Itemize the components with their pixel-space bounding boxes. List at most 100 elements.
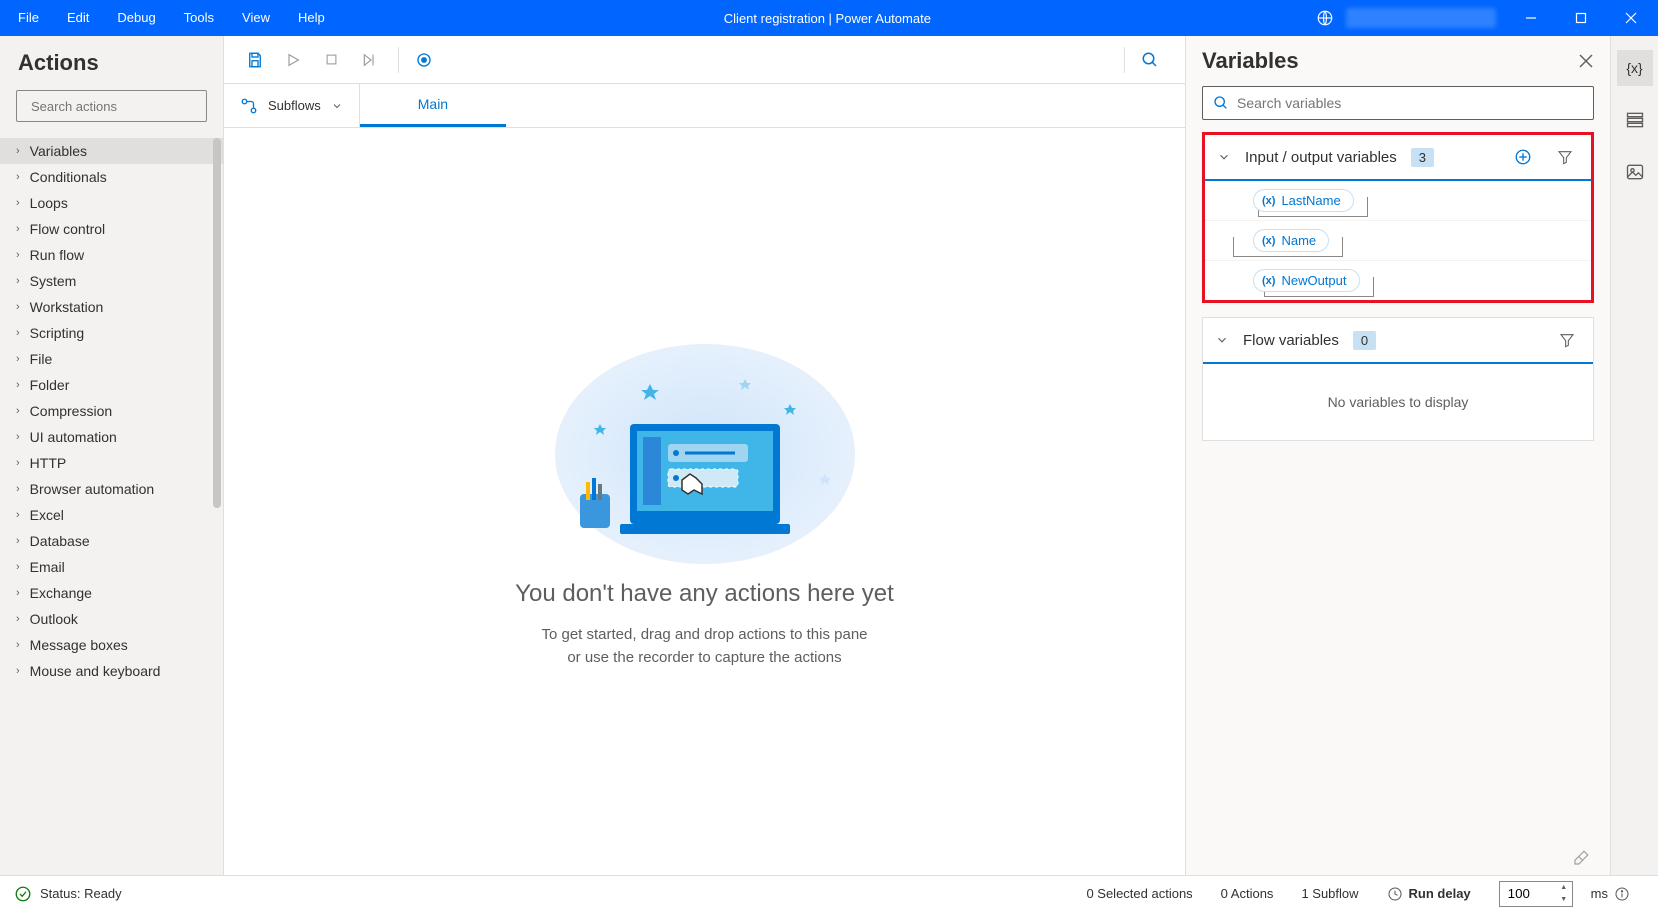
- action-category-label: Mouse and keyboard: [30, 663, 161, 679]
- variables-rail-button[interactable]: {x}: [1617, 50, 1653, 86]
- run-button[interactable]: [276, 43, 310, 77]
- variable-row[interactable]: (x)NewOutput: [1205, 261, 1591, 300]
- menu-file[interactable]: File: [4, 0, 53, 36]
- minimize-button[interactable]: [1508, 0, 1554, 36]
- variable-chip[interactable]: (x)Name: [1253, 229, 1329, 252]
- images-rail-button[interactable]: [1617, 154, 1653, 190]
- action-category-conditionals[interactable]: ›Conditionals: [0, 164, 223, 190]
- action-category-label: Compression: [30, 403, 112, 419]
- chevron-right-icon: ›: [16, 457, 20, 469]
- action-category-compression[interactable]: › Compression: [0, 398, 223, 424]
- chevron-right-icon: ›: [16, 587, 20, 599]
- action-category-label: Workstation: [30, 299, 104, 315]
- editor-empty-state[interactable]: You don't have any actions here yet To g…: [224, 128, 1185, 875]
- action-category-label: Folder: [30, 377, 70, 393]
- action-category-label: File: [30, 351, 53, 367]
- menu-edit[interactable]: Edit: [53, 0, 103, 36]
- filter-variables-button[interactable]: [1551, 143, 1579, 171]
- action-category-message-boxes[interactable]: ›Message boxes: [0, 632, 223, 658]
- chevron-right-icon: ›: [16, 223, 20, 235]
- search-icon: [1213, 95, 1229, 111]
- action-category-http[interactable]: ›HTTP: [0, 450, 223, 476]
- actions-search-input[interactable]: [31, 99, 207, 114]
- close-button[interactable]: [1608, 0, 1654, 36]
- subflows-icon: [240, 97, 258, 115]
- step-button[interactable]: [352, 43, 386, 77]
- action-category-email[interactable]: ›Email: [0, 554, 223, 580]
- right-rail: {x}: [1610, 36, 1658, 875]
- variable-name: LastName: [1281, 193, 1340, 208]
- empty-title: You don't have any actions here yet: [515, 580, 894, 608]
- menu-debug[interactable]: Debug: [103, 0, 169, 36]
- action-category-exchange[interactable]: ›Exchange: [0, 580, 223, 606]
- action-category-run-flow[interactable]: ›Run flow: [0, 242, 223, 268]
- action-category-folder[interactable]: ›Folder: [0, 372, 223, 398]
- record-button[interactable]: [407, 43, 441, 77]
- stop-button[interactable]: [314, 43, 348, 77]
- action-category-workstation[interactable]: ›Workstation: [0, 294, 223, 320]
- ui-elements-rail-button[interactable]: [1617, 102, 1653, 138]
- flow-variables-header[interactable]: Flow variables 0: [1203, 318, 1593, 364]
- variable-chip[interactable]: (x)NewOutput: [1253, 269, 1360, 292]
- action-category-mouse-and-keyboard[interactable]: › Mouse and keyboard: [0, 658, 223, 684]
- chevron-right-icon: ›: [16, 405, 20, 417]
- chevron-right-icon: ›: [16, 665, 20, 677]
- chevron-right-icon: ›: [16, 561, 20, 573]
- filter-variables-button[interactable]: [1553, 326, 1581, 354]
- add-variable-button[interactable]: [1509, 143, 1537, 171]
- chevron-right-icon: ›: [16, 275, 20, 287]
- selected-actions-count: 0 Selected actions: [1086, 886, 1192, 901]
- menu-view[interactable]: View: [228, 0, 284, 36]
- variables-close-button[interactable]: [1578, 53, 1594, 69]
- actions-scroll[interactable]: ›Variables›Conditionals›Loops › Flow contr…: [0, 138, 223, 875]
- actions-search[interactable]: [16, 90, 207, 122]
- variable-icon: (x): [1262, 195, 1275, 207]
- tab-main[interactable]: Main: [360, 84, 506, 127]
- titlebar: File Edit Debug Tools View Help Client r…: [0, 0, 1658, 36]
- main-area: Actions ›Variables›Conditionals›Loops›Fl…: [0, 36, 1658, 875]
- variables-search-input[interactable]: [1237, 95, 1583, 111]
- variable-chip[interactable]: (x) LastName: [1253, 189, 1354, 212]
- action-category-excel[interactable]: ›Excel: [0, 502, 223, 528]
- action-category-ui-automation[interactable]: ›UI automation: [0, 424, 223, 450]
- subflows-dropdown[interactable]: Subflows: [224, 84, 360, 127]
- action-category-label: UI automation: [30, 429, 117, 445]
- variables-search[interactable]: [1202, 86, 1594, 120]
- editor-panel: Subflows Main: [224, 36, 1186, 875]
- action-category-variables[interactable]: ›Variables: [0, 138, 223, 164]
- search-actions-button[interactable]: [1133, 43, 1167, 77]
- action-category-outlook[interactable]: ›Outlook: [0, 606, 223, 632]
- action-category-database[interactable]: ›Database: [0, 528, 223, 554]
- variable-row[interactable]: (x)Name: [1205, 221, 1591, 261]
- action-category-label: Browser automation: [30, 481, 155, 497]
- tab-bar: Subflows Main: [224, 84, 1185, 128]
- action-category-browser-automation[interactable]: ›Browser automation: [0, 476, 223, 502]
- action-category-loops[interactable]: ›Loops: [0, 190, 223, 216]
- save-button[interactable]: [238, 43, 272, 77]
- variable-row[interactable]: (x) LastName: [1205, 181, 1591, 221]
- action-category-scripting[interactable]: ›Scripting: [0, 320, 223, 346]
- run-delay-label: Run delay: [1409, 886, 1471, 901]
- action-category-flow-control[interactable]: › Flow control: [0, 216, 223, 242]
- actions-panel: Actions ›Variables›Conditionals›Loops›Fl…: [0, 36, 224, 875]
- action-category-file[interactable]: ›File: [0, 346, 223, 372]
- io-variables-header[interactable]: Input / output variables 3: [1205, 135, 1591, 181]
- chevron-down-icon: [331, 100, 343, 112]
- clear-variables-button[interactable]: [1186, 845, 1610, 875]
- action-category-label: System: [30, 273, 77, 289]
- action-category-label: Flow control: [30, 221, 105, 237]
- environment-icon[interactable]: [1316, 9, 1334, 27]
- info-icon[interactable]: [1614, 886, 1630, 902]
- action-category-system[interactable]: › System: [0, 268, 223, 294]
- status-text: Status: Ready: [40, 886, 122, 901]
- variables-title: Variables: [1202, 48, 1578, 74]
- run-delay-stepper[interactable]: ▲▼: [1556, 882, 1572, 906]
- subflows-count: 1 Subflow: [1301, 886, 1358, 901]
- scrollbar-thumb[interactable]: [213, 138, 221, 508]
- maximize-button[interactable]: [1558, 0, 1604, 36]
- menu-help[interactable]: Help: [284, 0, 339, 36]
- flow-variables-title: Flow variables: [1243, 332, 1339, 349]
- chevron-right-icon: ›: [16, 171, 20, 183]
- menu-tools[interactable]: Tools: [170, 0, 228, 36]
- flow-variables-section: Flow variables 0 No variables to display: [1202, 317, 1594, 441]
